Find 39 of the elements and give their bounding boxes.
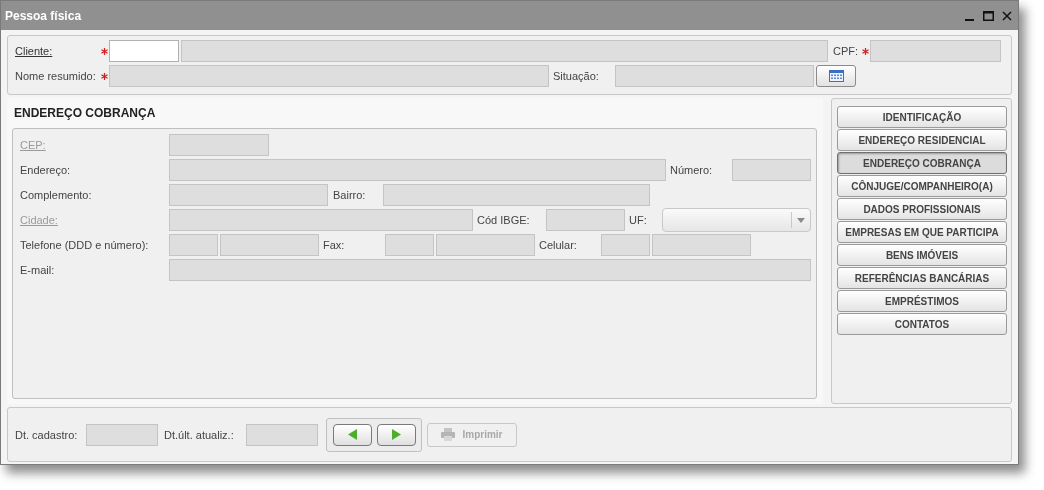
field-label: Fax: <box>323 238 346 253</box>
field-label: Cód IBGE: <box>477 213 531 228</box>
field-label: Nome resumido: <box>15 69 97 84</box>
next-button[interactable] <box>376 423 416 446</box>
field-label: CPF: <box>833 44 860 59</box>
right-arrow-icon <box>391 429 401 440</box>
field-label: Dt. cadastro: <box>15 427 79 443</box>
field-label: Endereço: <box>20 163 72 178</box>
caret-icon <box>797 217 805 223</box>
field-label: Dt.últ. atualiz.: <box>164 427 235 443</box>
section-tab[interactable]: ENDEREÇO COBRANÇA <box>837 152 1007 174</box>
calendar-icon <box>828 70 844 82</box>
section-tab[interactable]: EMPRÉSTIMOS <box>837 290 1007 312</box>
field-label: Telefone (DDD e número): <box>20 238 150 253</box>
section-title: ENDEREÇO COBRANÇA <box>14 105 156 122</box>
section-tab[interactable]: DADOS PROFISSIONAIS <box>837 198 1007 220</box>
previous-button[interactable] <box>332 423 372 446</box>
calendar-button[interactable] <box>816 65 856 87</box>
section-tab[interactable]: CÔNJUGE/COMPANHEIRO(A) <box>837 175 1007 197</box>
window-title: Pessoa física <box>5 7 82 25</box>
section-tab[interactable]: EMPRESAS EM QUE PARTICIPA <box>837 221 1007 243</box>
left-arrow-icon <box>347 429 357 440</box>
section-tab[interactable]: REFERÊNCIAS BANCÁRIAS <box>837 267 1007 289</box>
field-link[interactable]: Cliente: <box>15 40 99 62</box>
maximize-icon[interactable] <box>983 10 994 21</box>
section-tab[interactable]: IDENTIFICAÇÃO <box>837 106 1007 128</box>
close-icon[interactable] <box>1002 10 1012 21</box>
field-label: Situação: <box>553 69 600 84</box>
field-label: Celular: <box>539 238 578 253</box>
section-tab[interactable]: CONTATOS <box>837 313 1007 335</box>
printer-icon <box>441 428 456 441</box>
field-label: Complemento: <box>20 188 93 203</box>
field-label: E-mail: <box>20 263 56 278</box>
field-label: Bairro: <box>333 188 367 203</box>
input-field[interactable] <box>109 40 179 62</box>
field-label: UF: <box>629 213 648 228</box>
section-tab[interactable]: ENDEREÇO RESIDENCIAL <box>837 129 1007 151</box>
field-label: Número: <box>670 163 714 178</box>
section-tab[interactable]: BENS IMÓVEIS <box>837 244 1007 266</box>
